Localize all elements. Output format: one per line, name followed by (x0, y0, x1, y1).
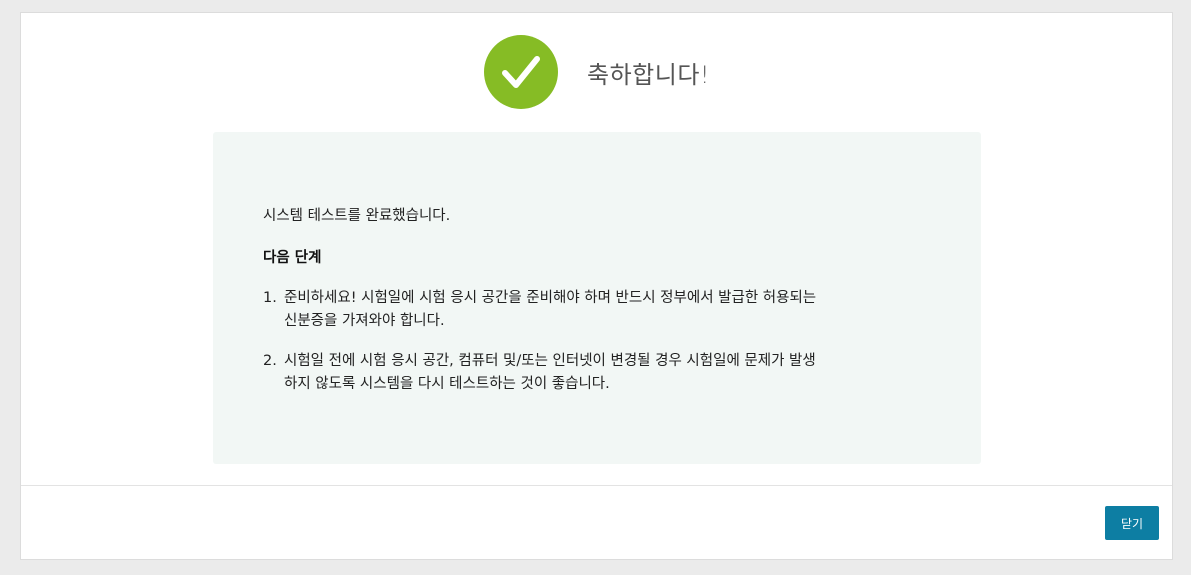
step-number: 2. (263, 353, 277, 369)
step-text-line: 신분증을 가져와야 합니다. (284, 313, 445, 329)
footer-divider (21, 485, 1172, 486)
completion-message: 시스템 테스트를 완료했습니다. (263, 208, 451, 224)
step-number: 1. (263, 290, 277, 306)
next-steps-heading: 다음 단계 (263, 250, 322, 266)
dialog-header: 축하합니다! (21, 13, 1172, 131)
close-button[interactable]: 닫기 (1105, 506, 1159, 540)
list-item: 2. 시험일 전에 시험 응시 공간, 컴퓨터 및/또는 인터넷이 변경될 경우… (263, 350, 923, 396)
step-text-line: 시험일 전에 시험 응시 공간, 컴퓨터 및/또는 인터넷이 변경될 경우 시험… (284, 353, 816, 369)
list-item: 1. 준비하세요! 시험일에 시험 응시 공간을 준비해야 하며 반드시 정부에… (263, 287, 923, 333)
check-mark-icon (484, 35, 558, 109)
dialog-title: 축하합니다! (587, 61, 711, 89)
content-panel: 시스템 테스트를 완료했습니다. 다음 단계 1. 준비하세요! 시험일에 시험… (213, 132, 981, 464)
next-steps-list: 1. 준비하세요! 시험일에 시험 응시 공간을 준비해야 하며 반드시 정부에… (263, 287, 923, 413)
success-dialog: 축하합니다! 시스템 테스트를 완료했습니다. 다음 단계 1. 준비하세요! … (20, 12, 1173, 560)
step-text-line: 하지 않도록 시스템을 다시 테스트하는 것이 좋습니다. (284, 376, 610, 392)
step-text-line: 준비하세요! 시험일에 시험 응시 공간을 준비해야 하며 반드시 정부에서 발… (284, 290, 817, 306)
